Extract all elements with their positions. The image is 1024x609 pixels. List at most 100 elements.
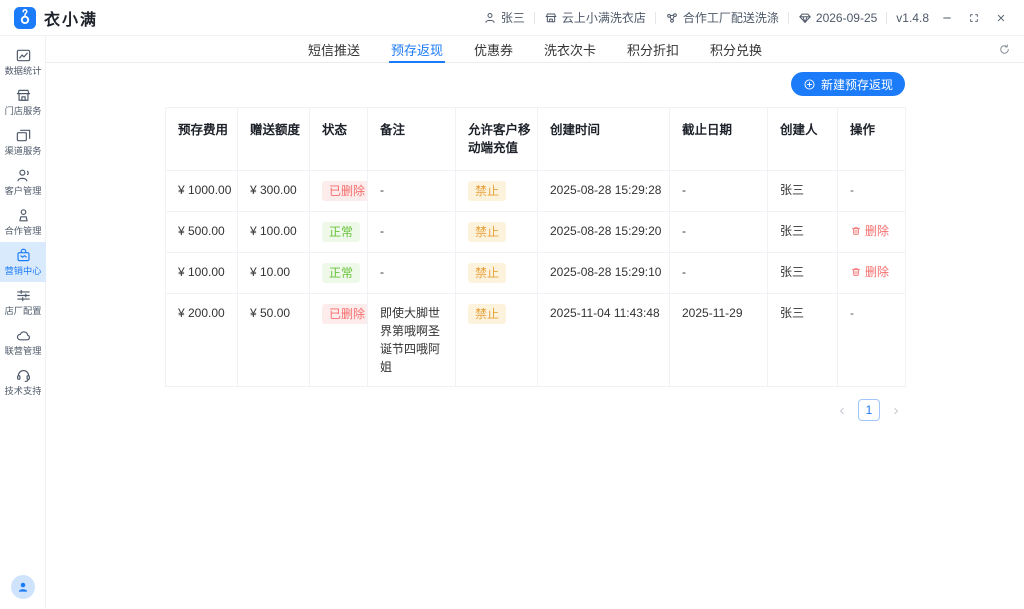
sidebar-item-8[interactable]: 联营管理	[0, 322, 46, 362]
page-number-1[interactable]: 1	[858, 399, 880, 421]
app-brand: 衣小满	[14, 6, 98, 30]
tab-5[interactable]: 积分折扣	[625, 36, 681, 62]
tab-label: 短信推送	[308, 40, 360, 59]
sidebar-item-1[interactable]: 数据统计	[0, 42, 46, 82]
plus-circle-icon	[803, 78, 816, 91]
status-badge: 正常	[322, 263, 360, 283]
sidebar-item-9[interactable]: 技术支持	[0, 362, 46, 402]
column-header: 创建时间	[538, 108, 670, 171]
deadline-value: -	[682, 265, 686, 279]
table-header-row: 预存费用赠送额度状态备注允许客户移动端充值创建时间截止日期创建人操作	[166, 108, 906, 171]
table-row: ¥ 1000.00 ¥ 300.00 已删除 - 禁止 2025-08-28 1…	[166, 171, 906, 212]
remark-value: -	[380, 183, 384, 197]
pagination: ‹ 1 ›	[165, 399, 905, 421]
new-prepaid-cashback-button[interactable]: 新建预存返现	[791, 72, 905, 96]
tab-label: 积分折扣	[627, 40, 679, 59]
refresh-button[interactable]	[998, 43, 1011, 56]
divider	[886, 12, 887, 24]
status-badge: 正常	[322, 222, 360, 242]
prepaid-cashback-table: 预存费用赠送额度状态备注允许客户移动端充值创建时间截止日期创建人操作 ¥ 100…	[165, 107, 906, 387]
table-row: ¥ 500.00 ¥ 100.00 正常 - 禁止 2025-08-28 15:…	[166, 212, 906, 253]
main-area: 短信推送预存返现优惠券洗衣次卡积分折扣积分兑换 新建预存返现 预存费用赠	[46, 36, 1024, 609]
sidebar-item-7[interactable]: 店厂配置	[0, 282, 46, 322]
next-page-button[interactable]: ›	[889, 403, 903, 418]
sidebar-item-4[interactable]: 客户管理	[0, 162, 46, 202]
new-button-label: 新建预存返现	[821, 76, 893, 93]
minimize-button[interactable]	[938, 9, 956, 27]
column-header: 预存费用	[166, 108, 238, 171]
status-badge: 已删除	[322, 181, 368, 201]
tab-4[interactable]: 洗衣次卡	[542, 36, 598, 62]
trash-icon	[850, 266, 862, 278]
column-header: 截止日期	[670, 108, 768, 171]
stats-icon	[15, 47, 32, 64]
mobile-recharge-badge: 禁止	[468, 263, 506, 283]
tab-3[interactable]: 优惠券	[472, 36, 515, 62]
creator-value: 张三	[780, 265, 804, 279]
column-header: 赠送额度	[238, 108, 310, 171]
sidebar-item-5[interactable]: 合作管理	[0, 202, 46, 242]
toolbar: 新建预存返现	[165, 72, 905, 96]
store-menu[interactable]: 云上小满洗衣店	[544, 9, 646, 26]
creator-value: 张三	[780, 224, 804, 238]
tab-label: 洗衣次卡	[544, 40, 596, 59]
avatar[interactable]	[11, 575, 35, 599]
marketing-icon	[15, 247, 32, 264]
channel-icon	[15, 127, 32, 144]
delete-button[interactable]: 删除	[850, 263, 889, 281]
hanger-logo-icon	[14, 7, 36, 29]
tab-6[interactable]: 积分兑换	[708, 36, 764, 62]
sidebar-item-label: 客户管理	[5, 187, 42, 196]
action-placeholder: -	[850, 183, 854, 197]
close-button[interactable]	[992, 9, 1010, 27]
bonus-value: ¥ 100.00	[250, 224, 297, 238]
created-time-value: 2025-11-04 11:43:48	[550, 306, 660, 320]
trash-icon	[850, 225, 862, 237]
titlebar-right: 张三 云上小满洗衣店 合作工厂配送洗涤 2026-09-25 v1.4.8	[483, 9, 1010, 27]
mobile-recharge-badge: 禁止	[468, 222, 506, 242]
deadline-value: -	[682, 183, 686, 197]
sidebar-item-3[interactable]: 渠道服务	[0, 122, 46, 162]
sidebar-item-label: 联营管理	[5, 347, 42, 356]
mobile-recharge-badge: 禁止	[468, 304, 506, 324]
customer-icon	[15, 167, 32, 184]
bonus-value: ¥ 300.00	[250, 183, 297, 197]
tab-label: 积分兑换	[710, 40, 762, 59]
factory-icon	[665, 11, 679, 25]
column-header: 备注	[368, 108, 456, 171]
tab-1[interactable]: 短信推送	[306, 36, 362, 62]
fullscreen-button[interactable]	[965, 9, 983, 27]
status-badge: 已删除	[322, 304, 368, 324]
sidebar-item-label: 店厂配置	[5, 307, 42, 316]
divider	[534, 12, 535, 24]
sidebar-item-label: 门店服务	[5, 107, 42, 116]
membership-expiry: 2026-09-25	[798, 11, 877, 25]
store-service-icon	[15, 87, 32, 104]
plan-name: 合作工厂配送洗涤	[683, 9, 779, 26]
user-menu[interactable]: 张三	[483, 9, 525, 26]
delete-label: 删除	[865, 263, 889, 281]
sidebar: 数据统计 门店服务 渠道服务 客户管理 合作管理 营销中心 店厂配置 联营管理 …	[0, 36, 46, 609]
app-title: 衣小满	[44, 6, 98, 30]
table-row: ¥ 200.00 ¥ 50.00 已删除 即使大脚世界第哦啊圣诞节四哦阿姐 禁止…	[166, 294, 906, 387]
titlebar: 衣小满 张三 云上小满洗衣店 合作工厂配送洗涤 2026-09-25 v1.4.…	[0, 0, 1024, 36]
user-icon	[483, 11, 497, 25]
sidebar-item-6[interactable]: 营销中心	[0, 242, 46, 282]
sidebar-item-2[interactable]: 门店服务	[0, 82, 46, 122]
deadline-value: -	[682, 224, 686, 238]
column-header: 状态	[310, 108, 368, 171]
expire-date: 2026-09-25	[816, 11, 877, 25]
delete-button[interactable]: 删除	[850, 222, 889, 240]
remark-value: 即使大脚世界第哦啊圣诞节四哦阿姐	[380, 306, 440, 374]
divider	[788, 12, 789, 24]
bonus-value: ¥ 50.00	[250, 306, 290, 320]
action-placeholder: -	[850, 306, 854, 320]
fee-value: ¥ 100.00	[178, 265, 225, 279]
sidebar-item-label: 数据统计	[5, 67, 42, 76]
creator-value: 张三	[780, 183, 804, 197]
table-body: ¥ 1000.00 ¥ 300.00 已删除 - 禁止 2025-08-28 1…	[166, 171, 906, 387]
table-row: ¥ 100.00 ¥ 10.00 正常 - 禁止 2025-08-28 15:2…	[166, 253, 906, 294]
prev-page-button[interactable]: ‹	[835, 403, 849, 418]
tab-2[interactable]: 预存返现	[389, 36, 445, 62]
creator-value: 张三	[780, 306, 804, 320]
